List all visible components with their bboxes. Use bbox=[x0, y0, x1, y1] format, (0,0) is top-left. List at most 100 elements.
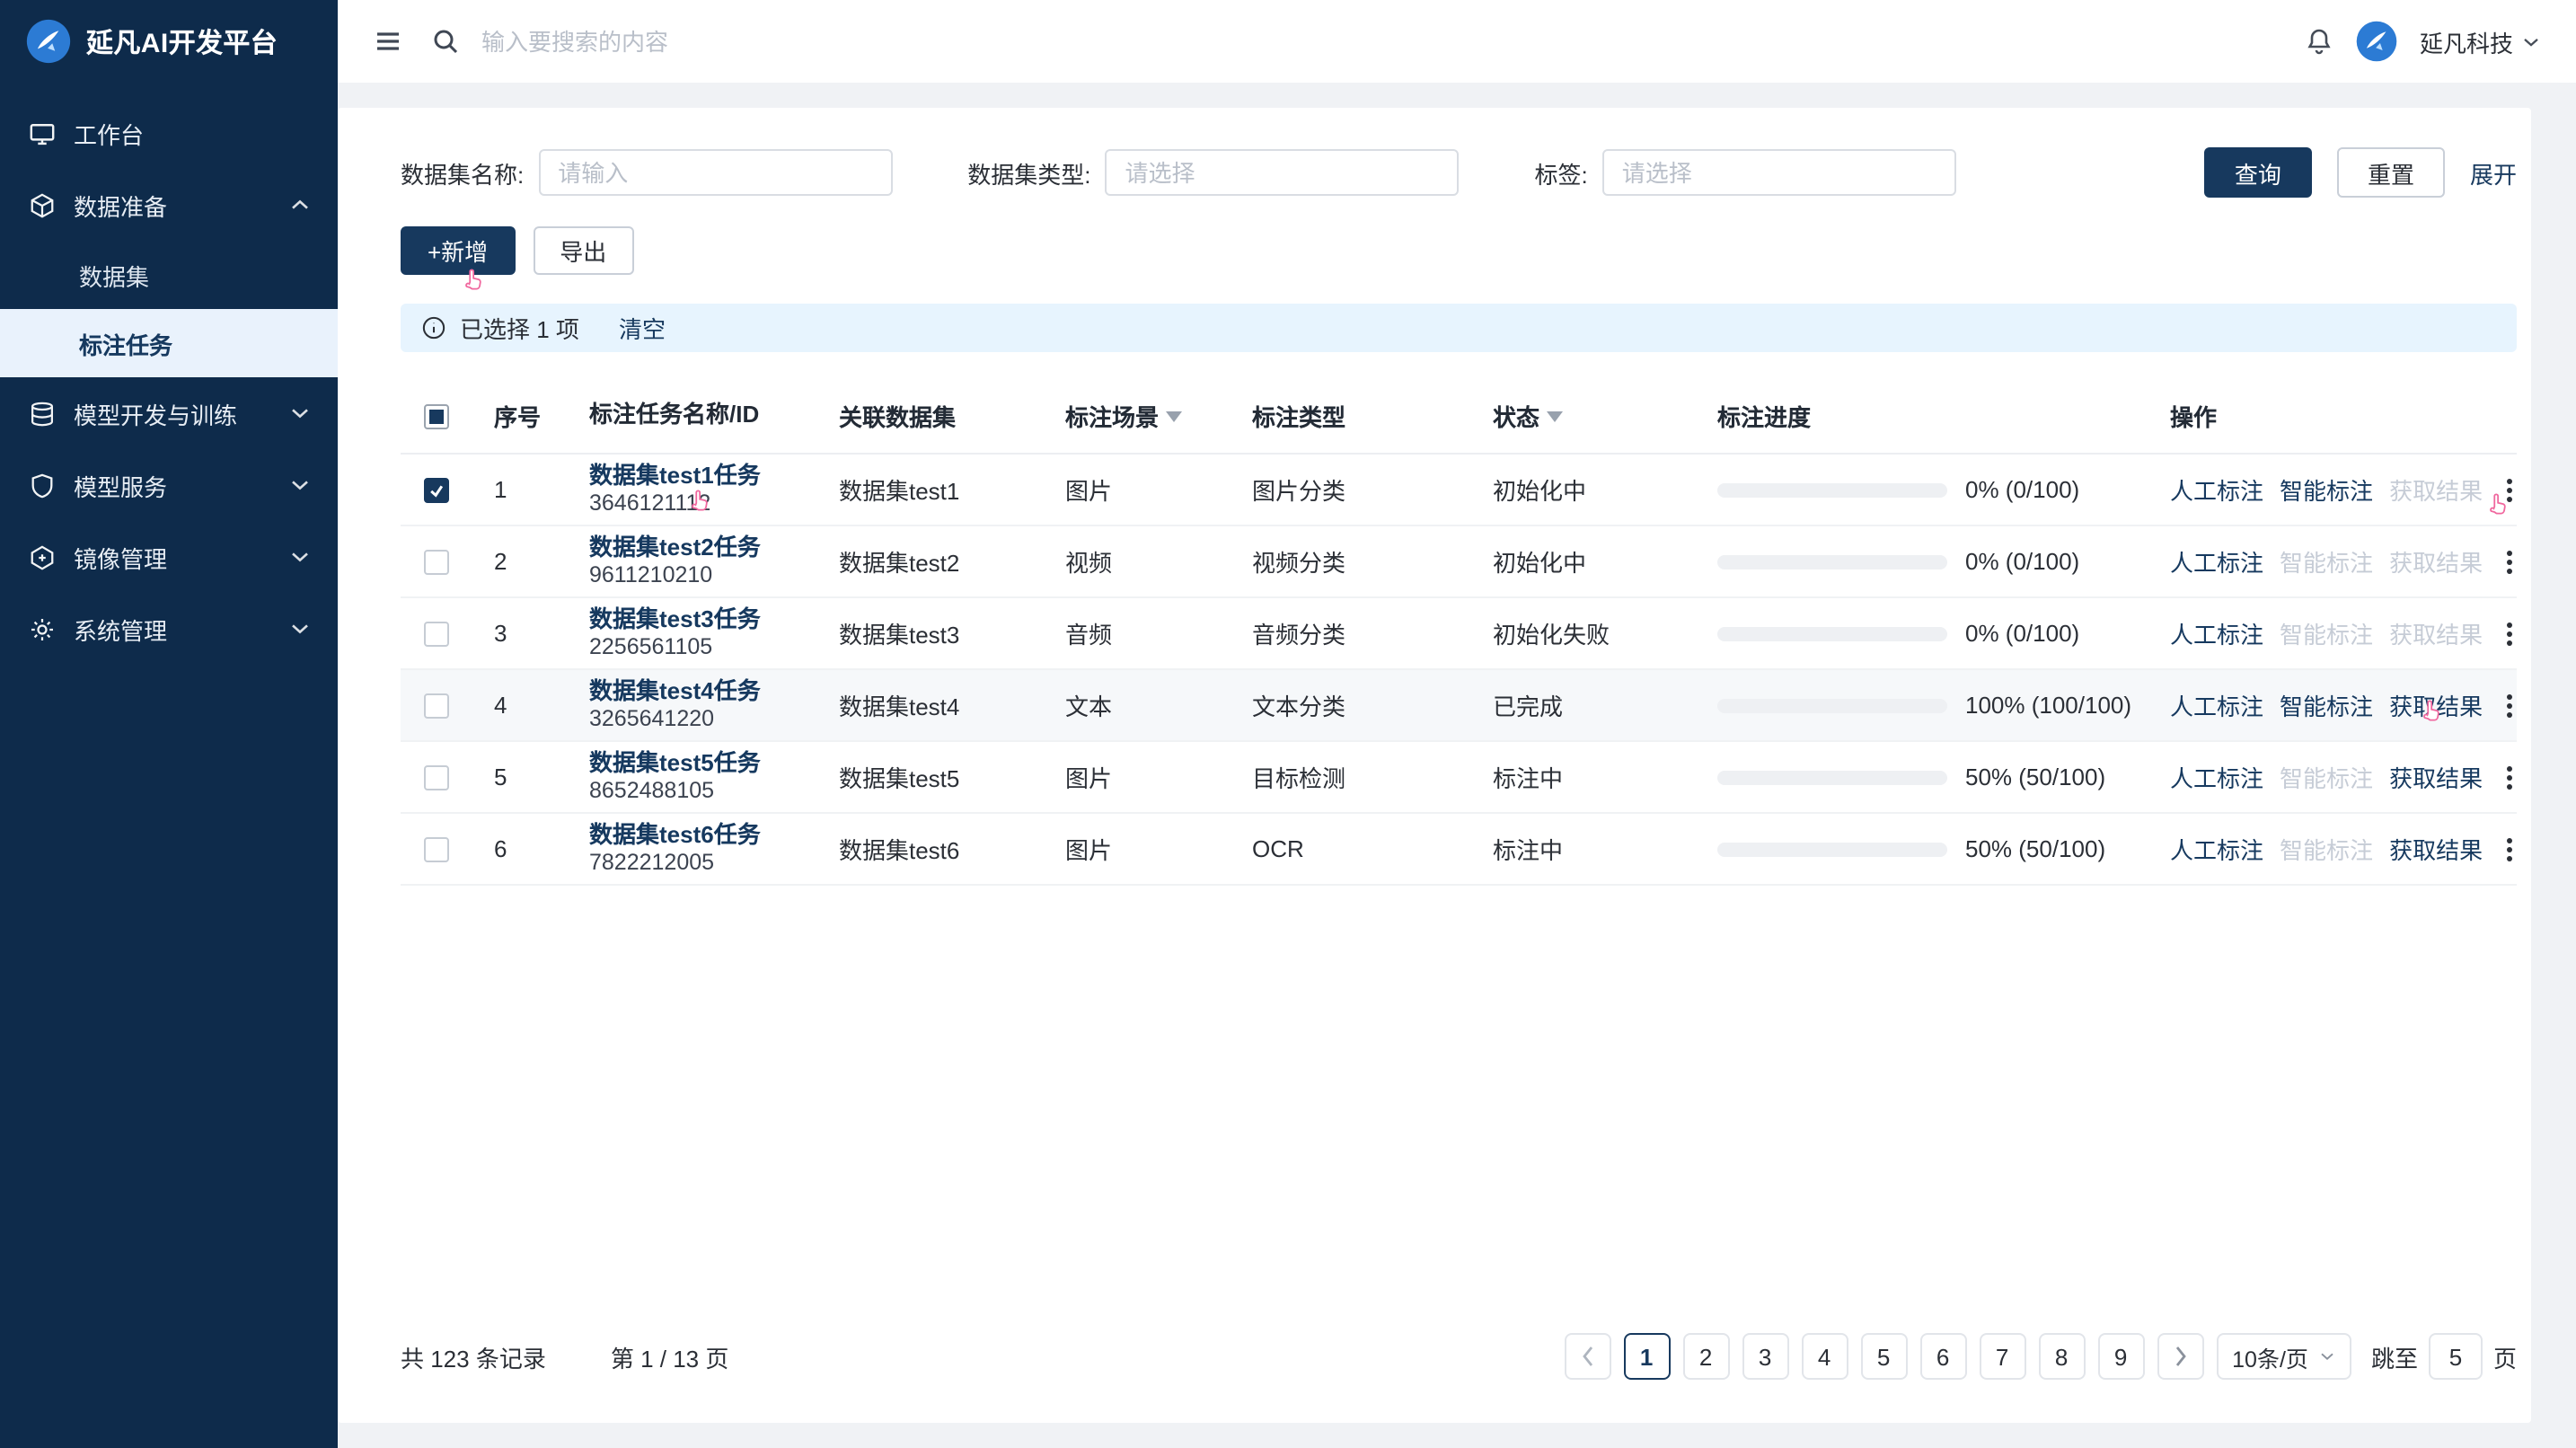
account-menu[interactable]: 延凡科技 bbox=[2420, 24, 2540, 58]
page-button[interactable]: 4 bbox=[1801, 1333, 1848, 1380]
smart-label-action[interactable]: 智能标注 bbox=[2280, 760, 2373, 794]
sidebar-item-label: 数据集 bbox=[79, 258, 149, 292]
table-row[interactable]: 4 数据集test4任务3265641220 数据集test4 文本 文本分类 … bbox=[401, 670, 2517, 742]
sidebar-item-dataset[interactable]: 数据集 bbox=[0, 241, 338, 309]
filter-icon[interactable] bbox=[1166, 411, 1182, 421]
bell-icon[interactable] bbox=[2305, 27, 2333, 56]
get-result-action[interactable]: 获取结果 bbox=[2389, 688, 2483, 722]
page-button[interactable]: 8 bbox=[2038, 1333, 2085, 1380]
filter-label: 数据集名称: bbox=[401, 155, 524, 190]
smart-label-action[interactable]: 智能标注 bbox=[2280, 832, 2373, 866]
table-row[interactable]: 5 数据集test5任务8652488105 数据集test5 图片 目标检测 … bbox=[401, 742, 2517, 814]
total-records: 共 123 条记录 bbox=[401, 1339, 546, 1373]
hamburger-menu-icon[interactable] bbox=[374, 27, 402, 56]
scene-cell: 文本 bbox=[1058, 688, 1245, 722]
task-name-link[interactable]: 数据集test5任务 bbox=[589, 748, 832, 778]
smart-label-action[interactable]: 智能标注 bbox=[2280, 472, 2373, 507]
sidebar-item-image-mgmt[interactable]: 镜像管理 bbox=[0, 521, 338, 593]
task-id: 7822212005 bbox=[589, 850, 832, 878]
sidebar-item-model-service[interactable]: 模型服务 bbox=[0, 449, 338, 521]
expand-link[interactable]: 展开 bbox=[2470, 155, 2517, 190]
get-result-action[interactable]: 获取结果 bbox=[2389, 544, 2483, 578]
task-name-link[interactable]: 数据集test3任务 bbox=[589, 605, 832, 634]
clear-selection-link[interactable]: 清空 bbox=[619, 311, 666, 345]
reset-button[interactable]: 重置 bbox=[2337, 147, 2445, 198]
sidebar-item-system-mgmt[interactable]: 系统管理 bbox=[0, 593, 338, 665]
page-jump: 跳至 页 bbox=[2371, 1333, 2517, 1380]
page-button[interactable]: 3 bbox=[1742, 1333, 1788, 1380]
more-actions-icon[interactable] bbox=[2499, 473, 2520, 506]
status-cell: 标注中 bbox=[1482, 760, 1712, 794]
export-button[interactable]: 导出 bbox=[533, 226, 633, 275]
row-checkbox[interactable] bbox=[424, 693, 449, 718]
search-icon[interactable] bbox=[431, 27, 460, 56]
get-result-action[interactable]: 获取结果 bbox=[2389, 760, 2483, 794]
col-header-progress: 标注进度 bbox=[1712, 399, 2161, 433]
more-actions-icon[interactable] bbox=[2499, 833, 2520, 865]
add-button[interactable]: +新增 bbox=[401, 226, 515, 275]
page-button[interactable]: 1 bbox=[1623, 1333, 1670, 1380]
page-size-select[interactable]: 10条/页 bbox=[2216, 1333, 2351, 1380]
manual-label-action[interactable]: 人工标注 bbox=[2170, 760, 2263, 794]
smart-label-action[interactable]: 智能标注 bbox=[2280, 616, 2373, 650]
sidebar-item-data-prep[interactable]: 数据准备 bbox=[0, 169, 338, 241]
tag-select[interactable] bbox=[1602, 149, 1956, 196]
task-name-link[interactable]: 数据集test6任务 bbox=[589, 820, 832, 850]
page-button[interactable]: 9 bbox=[2097, 1333, 2144, 1380]
sidebar-item-model-dev[interactable]: 模型开发与训练 bbox=[0, 377, 338, 449]
manual-label-action[interactable]: 人工标注 bbox=[2170, 832, 2263, 866]
table-row[interactable]: 3 数据集test3任务2256561105 数据集test3 音频 音频分类 … bbox=[401, 598, 2517, 670]
progress-text: 50% (50/100) bbox=[1965, 764, 2105, 790]
select-all-checkbox[interactable] bbox=[424, 403, 449, 428]
table-row[interactable]: 6 数据集test6任务7822212005 数据集test6 图片 OCR 标… bbox=[401, 814, 2517, 886]
row-checkbox[interactable] bbox=[424, 836, 449, 861]
manual-label-action[interactable]: 人工标注 bbox=[2170, 544, 2263, 578]
jump-page-input[interactable] bbox=[2429, 1333, 2483, 1380]
sidebar-item-label: 系统管理 bbox=[74, 612, 167, 646]
user-avatar[interactable] bbox=[2355, 20, 2398, 63]
row-checkbox[interactable] bbox=[424, 621, 449, 646]
smart-label-action[interactable]: 智能标注 bbox=[2280, 688, 2373, 722]
sidebar-item-workbench[interactable]: 工作台 bbox=[0, 97, 338, 169]
dataset-cell: 数据集test3 bbox=[832, 616, 1058, 650]
smart-label-action[interactable]: 智能标注 bbox=[2280, 544, 2373, 578]
row-checkbox[interactable] bbox=[424, 549, 449, 574]
row-checkbox[interactable] bbox=[424, 764, 449, 790]
row-index: 4 bbox=[472, 692, 571, 719]
task-name-link[interactable]: 数据集test4任务 bbox=[589, 676, 832, 706]
page-button[interactable]: 6 bbox=[1919, 1333, 1966, 1380]
get-result-action[interactable]: 获取结果 bbox=[2389, 832, 2483, 866]
dataset-cell: 数据集test1 bbox=[832, 472, 1058, 507]
more-actions-icon[interactable] bbox=[2499, 689, 2520, 721]
task-name-link[interactable]: 数据集test1任务 bbox=[589, 461, 832, 490]
prev-page-button[interactable] bbox=[1564, 1333, 1610, 1380]
next-page-button[interactable] bbox=[2157, 1333, 2203, 1380]
sidebar-item-label: 镜像管理 bbox=[74, 540, 167, 574]
more-actions-icon[interactable] bbox=[2499, 617, 2520, 649]
query-button[interactable]: 查询 bbox=[2204, 147, 2312, 198]
manual-label-action[interactable]: 人工标注 bbox=[2170, 688, 2263, 722]
page-button[interactable]: 5 bbox=[1860, 1333, 1907, 1380]
more-actions-icon[interactable] bbox=[2499, 761, 2520, 793]
manual-label-action[interactable]: 人工标注 bbox=[2170, 616, 2263, 650]
get-result-action[interactable]: 获取结果 bbox=[2389, 616, 2483, 650]
search-input[interactable] bbox=[481, 28, 1056, 55]
more-actions-icon[interactable] bbox=[2499, 545, 2520, 578]
get-result-action[interactable]: 获取结果 bbox=[2389, 472, 2483, 507]
dataset-name-input[interactable] bbox=[538, 149, 892, 196]
task-name-link[interactable]: 数据集test2任务 bbox=[589, 533, 832, 562]
manual-label-action[interactable]: 人工标注 bbox=[2170, 472, 2263, 507]
row-checkbox[interactable] bbox=[424, 477, 449, 502]
table-row[interactable]: 1 数据集test1任务3646121112 数据集test1 图片 图片分类 … bbox=[401, 455, 2517, 526]
col-header-actions: 操作 bbox=[2161, 399, 2517, 433]
col-header-dataset: 关联数据集 bbox=[832, 399, 1058, 433]
page-button[interactable]: 2 bbox=[1682, 1333, 1729, 1380]
page-button[interactable]: 7 bbox=[1979, 1333, 2025, 1380]
sidebar-item-label-task[interactable]: 标注任务 bbox=[0, 309, 338, 377]
top-bar: 延凡科技 bbox=[338, 0, 2576, 83]
dataset-type-select[interactable] bbox=[1106, 149, 1460, 196]
col-header-index: 序号 bbox=[472, 399, 571, 433]
filter-icon[interactable] bbox=[1547, 411, 1563, 421]
table-row[interactable]: 2 数据集test2任务9611210210 数据集test2 视频 视频分类 … bbox=[401, 526, 2517, 598]
chevron-down-icon bbox=[291, 406, 309, 420]
